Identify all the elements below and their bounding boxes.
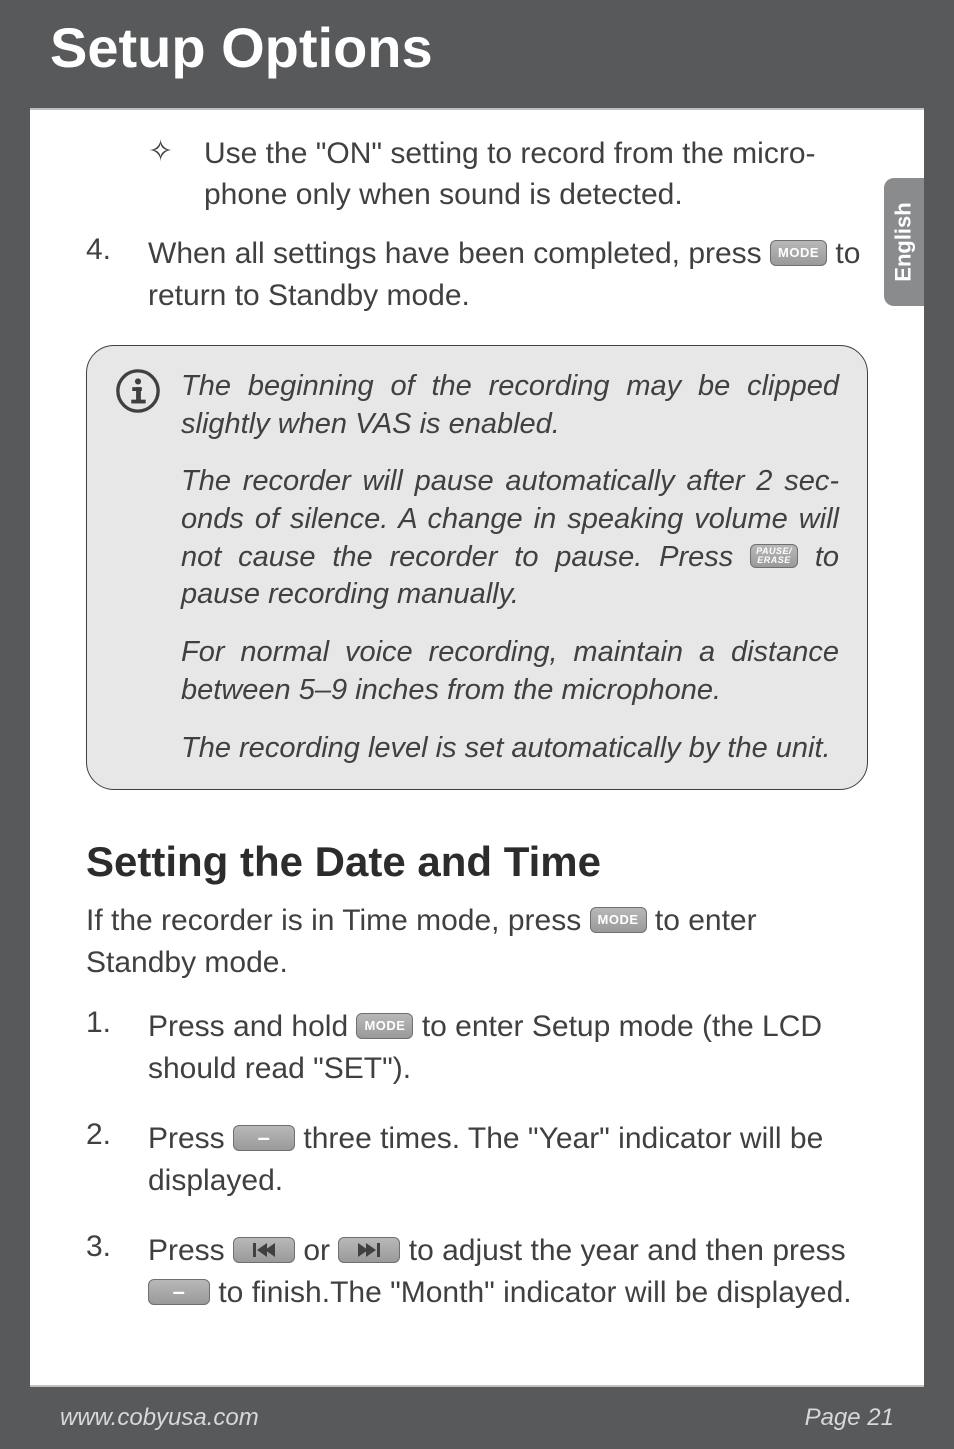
minus-button-icon: –	[148, 1279, 210, 1305]
bullet-marker: ✧	[148, 134, 204, 215]
prev-button-icon	[233, 1237, 295, 1263]
info-p3: For normal voice recording, maintain a d…	[181, 634, 839, 709]
button-label: MODE	[778, 244, 819, 262]
bullet-text: Use the "ON" setting to record from the …	[204, 134, 868, 215]
mode-button-icon: MODE	[770, 240, 827, 266]
pause-erase-button-icon: PAUSE/ ERASE	[750, 544, 798, 568]
language-tab: English	[884, 178, 924, 306]
page-title: Setup Options	[50, 0, 924, 96]
page: Setup Options ✧ Use the "ON" setting to …	[0, 0, 954, 1449]
info-paragraphs: The beginning of the recording may be cl…	[181, 368, 839, 767]
body: ✧ Use the "ON" setting to record from th…	[30, 110, 924, 1314]
minus-button-icon: –	[233, 1125, 295, 1151]
step-2: 2. Press – three times. The "Year" indic…	[86, 1118, 868, 1202]
language-label: English	[891, 202, 917, 281]
info-icon	[115, 368, 181, 767]
step-text: When all settings have been completed, p…	[148, 233, 868, 317]
footer-page: Page 21	[805, 1404, 894, 1432]
content-area: Setup Options ✧ Use the "ON" setting to …	[30, 0, 924, 1449]
footer-url: www.cobyusa.com	[60, 1404, 259, 1432]
step-3: 3. Press or to adjust the year and then …	[86, 1230, 868, 1314]
footer: www.cobyusa.com Page 21	[30, 1385, 924, 1449]
button-label: –	[173, 1277, 186, 1308]
text-fragment: to finish.The "Month" indicator will be …	[218, 1276, 851, 1309]
step-number: 3.	[86, 1230, 148, 1314]
mode-button-icon: MODE	[356, 1013, 413, 1039]
text-fragment: or	[303, 1234, 338, 1267]
button-label-line2: ERASE	[757, 556, 791, 565]
button-label: MODE	[598, 911, 639, 929]
text-fragment: Press	[148, 1234, 233, 1267]
step-number: 4.	[86, 233, 148, 317]
info-p2: The recorder will pause automatically af…	[181, 463, 839, 614]
button-label: MODE	[364, 1017, 405, 1035]
text-fragment: If the recorder is in Time mode, press	[86, 904, 590, 937]
info-p1: The beginning of the recording may be cl…	[181, 368, 839, 443]
intro-para: If the recorder is in Time mode, press M…	[86, 900, 868, 984]
header-band: Setup Options	[30, 0, 924, 108]
text-fragment: Press and hold	[148, 1010, 356, 1043]
info-p4: The recording level is set automatically…	[181, 730, 839, 768]
step-1: 1. Press and hold MODE to enter Setup mo…	[86, 1006, 868, 1090]
section-heading: Setting the Date and Time	[86, 838, 868, 886]
step-number: 1.	[86, 1006, 148, 1090]
text-fragment: When all settings have been completed, p…	[148, 237, 770, 270]
text-fragment: The recorder will pause automatically af…	[181, 465, 839, 572]
step-text: Press or to adjust the year and then pre…	[148, 1230, 868, 1314]
button-label: –	[258, 1123, 271, 1154]
text-fragment: Press	[148, 1122, 233, 1155]
step-number: 2.	[86, 1118, 148, 1202]
info-box: The beginning of the recording may be cl…	[86, 345, 868, 790]
mode-button-icon: MODE	[590, 907, 647, 933]
bullet-item: ✧ Use the "ON" setting to record from th…	[148, 134, 868, 215]
text-fragment: to adjust the year and then press	[409, 1234, 846, 1267]
step-4: 4. When all settings have been completed…	[86, 233, 868, 317]
next-button-icon	[338, 1237, 400, 1263]
step-text: Press – three times. The "Year" indicato…	[148, 1118, 868, 1202]
step-text: Press and hold MODE to enter Setup mode …	[148, 1006, 868, 1090]
